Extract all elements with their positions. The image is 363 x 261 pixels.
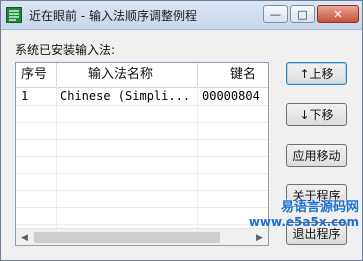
exit-button[interactable]: 退出程序 [286, 222, 347, 245]
column-header-name[interactable]: 输入法名称 [88, 63, 153, 87]
scroll-right-icon[interactable]: ▶ [251, 229, 268, 245]
row-index: 1 [21, 89, 29, 103]
installed-ime-label: 系统已安装输入法: [15, 43, 116, 57]
close-button[interactable]: ✕ [317, 5, 359, 23]
column-header-key[interactable]: 键名 [230, 63, 256, 87]
grid-line [16, 156, 268, 157]
move-down-button[interactable]: ↓下移 [286, 103, 347, 126]
grid-line [56, 87, 57, 231]
minimize-button[interactable]: — [263, 5, 288, 23]
grid-line [16, 190, 268, 191]
ime-list[interactable]: 序号 输入法名称 键名 1 Chinese (Simpli... 0000080… [15, 62, 269, 246]
grid-line [16, 139, 268, 140]
window-title: 近在眼前 - 输入法顺序调整例程 [29, 9, 197, 23]
grid-line [16, 224, 268, 225]
grid-line [16, 122, 268, 123]
list-header: 序号 输入法名称 键名 [16, 63, 268, 88]
move-up-button[interactable]: ↑上移 [286, 62, 347, 85]
grid-line [16, 105, 268, 106]
scroll-left-icon[interactable]: ◀ [16, 229, 33, 245]
column-header-index[interactable]: 序号 [21, 63, 47, 87]
maximize-button[interactable]: □ [290, 5, 315, 23]
grid-line [16, 173, 268, 174]
row-key-name: 00000804 [202, 89, 260, 103]
main-window: 近在眼前 - 输入法顺序调整例程 — □ ✕ 系统已安装输入法: 序号 输入法名… [0, 0, 363, 261]
about-button[interactable]: 关于程序 [286, 184, 347, 207]
grid-line [16, 207, 268, 208]
table-row[interactable]: 1 Chinese (Simpli... 00000804 [16, 88, 268, 105]
app-icon [6, 7, 22, 23]
grid-line [197, 87, 198, 231]
scrollbar-thumb[interactable] [34, 232, 220, 243]
apply-move-button[interactable]: 应用移动 [286, 144, 347, 167]
horizontal-scrollbar[interactable]: ◀ ▶ [16, 228, 268, 245]
client-area: 系统已安装输入法: 序号 输入法名称 键名 1 Chinese (Simpli.… [1, 30, 362, 260]
title-bar[interactable]: 近在眼前 - 输入法顺序调整例程 — □ ✕ [1, 1, 362, 30]
row-ime-name: Chinese (Simpli... [60, 89, 191, 103]
column-divider[interactable] [56, 63, 57, 87]
column-divider[interactable] [197, 63, 198, 87]
